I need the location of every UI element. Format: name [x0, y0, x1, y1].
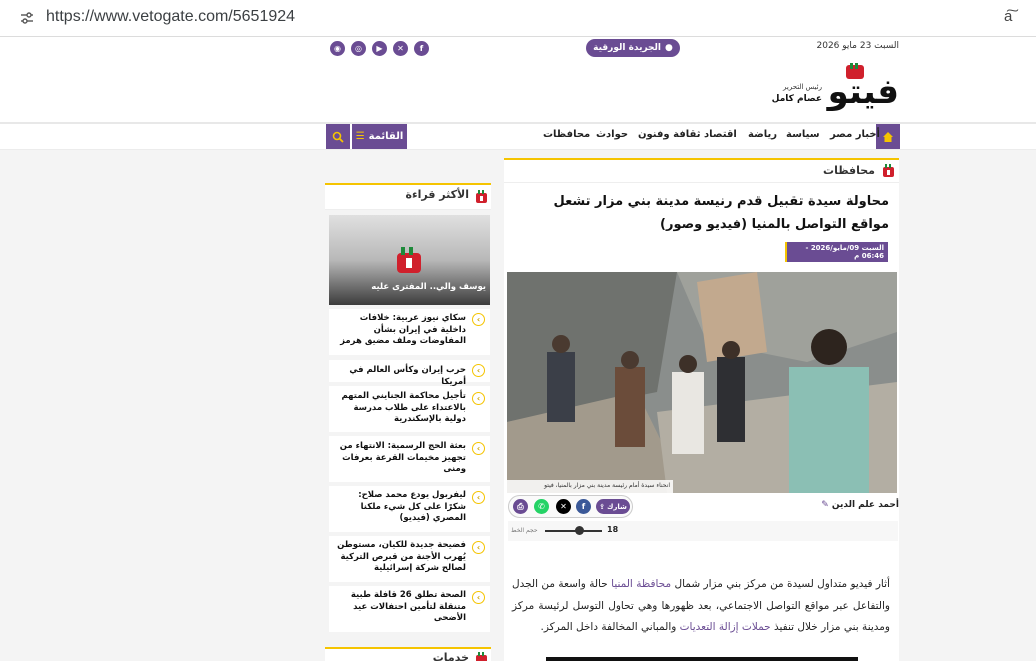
- chevron-left-icon: ‹: [472, 491, 485, 504]
- embedded-video[interactable]: [546, 657, 858, 661]
- share-icon: ⇪: [599, 502, 605, 511]
- brand-mark-icon: [476, 652, 487, 661]
- removal-campaigns-link[interactable]: حملات إزالة التعديات: [680, 621, 771, 633]
- editor-in-chief-name: عصام كامل: [771, 94, 822, 104]
- font-size-label: حجم الخط: [511, 527, 538, 534]
- paper-edition-label: الجريدة الورقية: [593, 43, 662, 53]
- chevron-left-icon: ‹: [472, 591, 485, 604]
- most-read-item-title: بعثة الحج الرسمية: الانتهاء من تجهيز مخي…: [339, 441, 466, 474]
- most-read-item[interactable]: حرب إيران وكأس العالم في أمريكا ‹: [329, 360, 490, 387]
- current-date: السبت 23 مايو 2026: [816, 41, 900, 51]
- most-read-item[interactable]: سكاي نيوز عربية: خلافات داخلية في إيران …: [329, 309, 490, 355]
- chevron-left-icon: ‹: [472, 364, 485, 377]
- most-read-item-title: ليفربول يودع محمد صلاح: شكرًا على كل شيء…: [358, 490, 466, 523]
- hamburger-icon: ☰: [355, 131, 365, 142]
- section-label[interactable]: محافظات: [760, 164, 875, 177]
- x-icon[interactable]: ✕: [393, 41, 408, 56]
- pen-icon: ✎: [821, 500, 829, 510]
- most-read-item[interactable]: فضيحة جديدة للكيان، مستوطن يُهرب الأجنة …: [329, 536, 490, 582]
- publish-date: السبت 09/مايو/2026 - 06:46 م: [785, 242, 888, 262]
- share-label: شارك: [606, 502, 627, 511]
- article-author[interactable]: أحمد علم الدين ✎: [760, 500, 899, 510]
- author-name: أحمد علم الدين: [831, 500, 899, 510]
- read-aloud-icon[interactable]: a͠: [1004, 8, 1012, 25]
- nav-item-governorates[interactable]: محافظات: [543, 129, 590, 140]
- article-title: محاولة سيدة تقبيل قدم رنيسة مدينة بني مز…: [553, 194, 889, 232]
- photo-caption: انحناء سيدة أمام رئيسة مدينة بني مزار با…: [507, 480, 673, 493]
- featured-story-title[interactable]: يوسف والي.. المفترى عليه: [333, 282, 486, 292]
- chevron-left-icon: ‹: [472, 442, 485, 455]
- search-icon[interactable]: [326, 124, 350, 149]
- most-read-item-title: تأجيل محاكمة الجنايني المتهم بالاعتداء ع…: [341, 391, 466, 424]
- most-read-title: الأكثر قراءة: [405, 188, 469, 201]
- paper-edition-button[interactable]: ● الجريدة الورقية: [586, 39, 680, 57]
- governorate-link[interactable]: محافظة المنيا: [611, 578, 671, 590]
- nav-item-egypt-news[interactable]: أخبار مصر: [830, 129, 880, 140]
- logo-text: فيتو: [826, 72, 899, 111]
- youtube-icon[interactable]: ▶: [372, 41, 387, 56]
- whatsapp-share-icon[interactable]: ✆: [534, 499, 549, 514]
- url-field[interactable]: https://www.vetogate.com/5651924: [46, 8, 295, 26]
- most-read-item[interactable]: بعثة الحج الرسمية: الانتهاء من تجهيز مخي…: [329, 436, 490, 482]
- print-icon[interactable]: ⎙: [513, 499, 528, 514]
- font-size-value: 18: [607, 525, 619, 534]
- brand-mark-icon: [476, 190, 487, 203]
- facebook-icon[interactable]: f: [414, 41, 429, 56]
- most-read-item-title: سكاي نيوز عربية: خلافات داخلية في إيران …: [340, 313, 466, 346]
- brand-mark-icon: [883, 164, 894, 177]
- placeholder-logo-icon: [397, 247, 421, 273]
- most-read-item-title: الصحة تطلق 26 قافلة طبية متنقلة لتأمين ا…: [350, 590, 466, 623]
- body-text: والمباني المخالفة داخل المركز.: [540, 621, 680, 633]
- paper-edition-icon: ●: [665, 43, 673, 53]
- most-read-item[interactable]: ليفربول يودع محمد صلاح: شكرًا على كل شيء…: [329, 486, 490, 532]
- chevron-left-icon: ‹: [472, 392, 485, 405]
- instagram-icon[interactable]: ◎: [351, 41, 366, 56]
- most-read-item-title: حرب إيران وكأس العالم في أمريكا: [349, 365, 466, 387]
- font-size-slider-handle[interactable]: [575, 526, 584, 535]
- chevron-left-icon: ‹: [472, 541, 485, 554]
- x-share-icon[interactable]: ✕: [556, 499, 571, 514]
- article-body: أثار فيديو متداول لسيدة من مركز بني مزار…: [512, 574, 890, 639]
- tune-icon[interactable]: [18, 9, 36, 27]
- rss-icon[interactable]: ◉: [330, 41, 345, 56]
- most-read-item[interactable]: تأجيل محاكمة الجنايني المتهم بالاعتداء ع…: [329, 386, 490, 432]
- most-read-item-title: فضيحة جديدة للكيان، مستوطن يُهرب الأجنة …: [337, 540, 466, 573]
- most-read-item[interactable]: الصحة تطلق 26 قافلة طبية متنقلة لتأمين ا…: [329, 586, 490, 632]
- nav-item-accidents[interactable]: حوادث: [596, 129, 628, 140]
- nav-item-economy[interactable]: اقتصاد: [704, 129, 737, 140]
- editor-in-chief-label: رئيس التحرير: [783, 83, 822, 91]
- menu-button[interactable]: القائمة ☰: [352, 124, 407, 149]
- search-glyph: [332, 131, 344, 143]
- article-photo[interactable]: [507, 272, 897, 493]
- facebook-share-icon[interactable]: f: [576, 499, 591, 514]
- nav-item-politics[interactable]: سياسة: [786, 129, 820, 140]
- share-button[interactable]: شارك ⇪: [596, 499, 630, 514]
- nav-item-culture[interactable]: ثقافة وفنون: [638, 129, 700, 140]
- home-glyph: [883, 131, 893, 142]
- chevron-left-icon: ‹: [472, 313, 485, 326]
- nav-item-sports[interactable]: رياضة: [748, 129, 777, 140]
- services-title: خدمات: [432, 651, 469, 661]
- body-text: أثار فيديو متداول لسيدة من مركز بني مزار…: [671, 578, 890, 590]
- font-size-slider[interactable]: [545, 530, 602, 532]
- menu-label: القائمة: [368, 131, 404, 142]
